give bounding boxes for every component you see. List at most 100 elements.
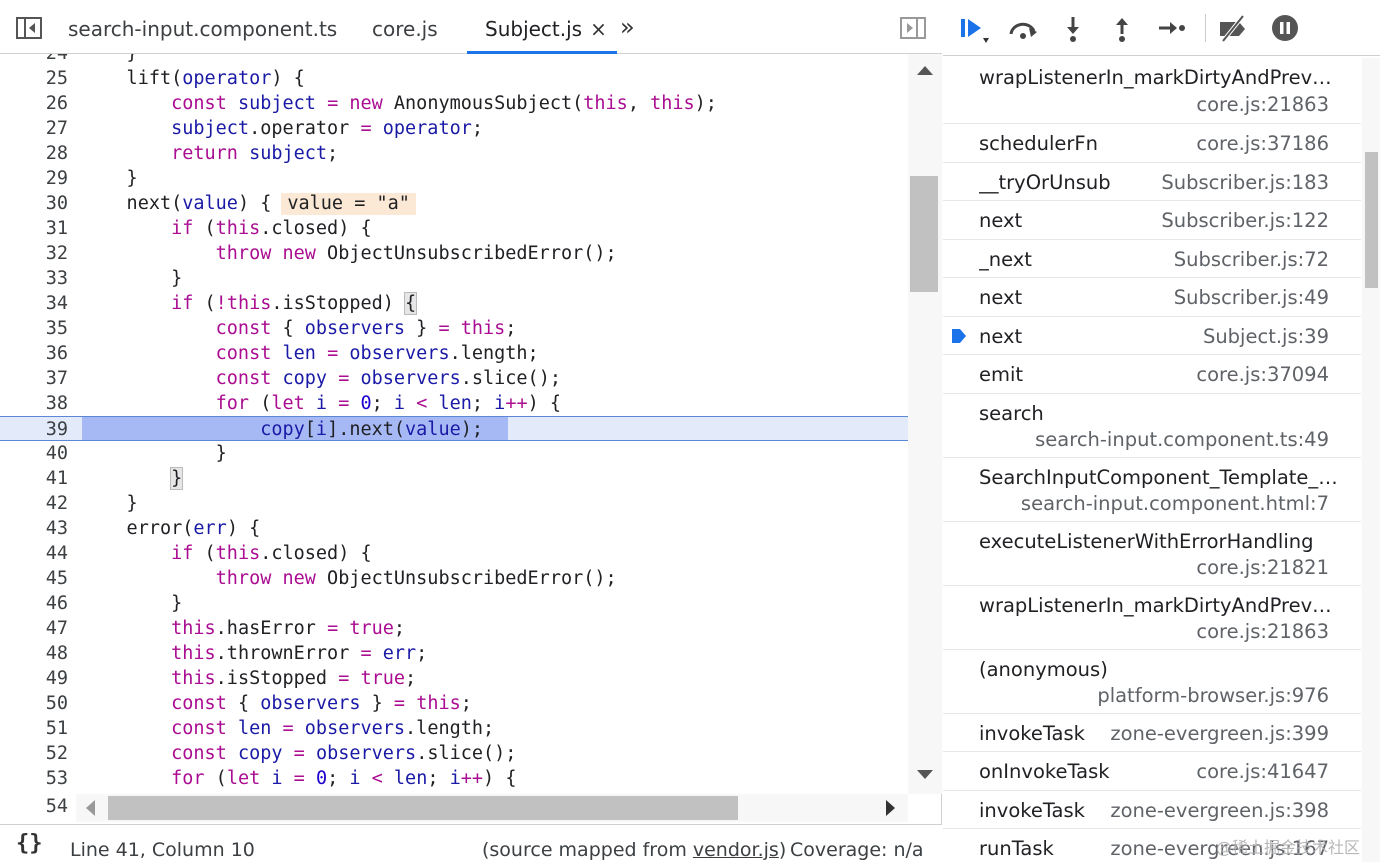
- line-number[interactable]: 27: [0, 116, 68, 141]
- line-number[interactable]: 53: [0, 766, 68, 791]
- call-frame[interactable]: invokeTask zone-evergreen.js:399: [943, 714, 1361, 752]
- scroll-left-icon[interactable]: [86, 800, 95, 816]
- line-number[interactable]: 41: [0, 466, 68, 491]
- frame-location[interactable]: Subscriber.js:183: [1161, 171, 1329, 194]
- frame-function-name: emit: [979, 363, 1024, 386]
- code-text: }: [82, 54, 138, 66]
- call-frame[interactable]: search search-input.component.ts:49: [943, 394, 1361, 458]
- tab-search-input-component[interactable]: search-input.component.ts: [68, 0, 337, 54]
- editor-horizontal-scrollbar[interactable]: [76, 794, 908, 822]
- frame-location[interactable]: core.js:37094: [1196, 363, 1329, 386]
- code-text: throw new ObjectUnsubscribedError();: [215, 243, 617, 264]
- frame-location[interactable]: core.js:41647: [1196, 760, 1329, 783]
- call-frame[interactable]: _next Subscriber.js:72: [943, 240, 1361, 278]
- line-number[interactable]: 48: [0, 641, 68, 666]
- frame-location[interactable]: core.js:21863: [1196, 620, 1329, 643]
- frame-location[interactable]: Subject.js:39: [1203, 325, 1329, 348]
- frame-location[interactable]: zone-evergreen.js:398: [1110, 799, 1329, 822]
- deactivate-breakpoints-icon[interactable]: [1217, 14, 1249, 44]
- pretty-print-icon[interactable]: {}: [16, 831, 43, 856]
- code-text: }: [170, 467, 184, 490]
- frame-location[interactable]: Subscriber.js:72: [1174, 248, 1329, 271]
- frame-location[interactable]: zone-evergreen.js:399: [1110, 722, 1329, 745]
- line-number[interactable]: 36: [0, 341, 68, 366]
- code-editor[interactable]: 24 } 25 lift(operator) {26 const subject…: [0, 54, 908, 794]
- line-number[interactable]: 35: [0, 316, 68, 341]
- scroll-up-icon[interactable]: [917, 66, 933, 75]
- step-over-icon[interactable]: [1007, 14, 1039, 44]
- scroll-thumb[interactable]: [910, 176, 938, 292]
- scroll-thumb[interactable]: [108, 796, 738, 820]
- source-map-link[interactable]: vendor.js: [693, 839, 779, 861]
- tab-core-js[interactable]: core.js: [372, 0, 438, 54]
- code-line: 47 this.hasError = true;: [0, 616, 908, 641]
- line-number[interactable]: 33: [0, 266, 68, 291]
- frame-location[interactable]: core.js:37186: [1196, 132, 1329, 155]
- line-number[interactable]: 29: [0, 166, 68, 191]
- line-number[interactable]: 52: [0, 741, 68, 766]
- line-number[interactable]: 34: [0, 291, 68, 316]
- line-number[interactable]: 46: [0, 591, 68, 616]
- frame-location[interactable]: search-input.component.html:7: [1021, 492, 1329, 515]
- line-number: 54: [45, 796, 68, 817]
- line-number[interactable]: 30: [0, 191, 68, 216]
- line-number[interactable]: 28: [0, 141, 68, 166]
- code-text: const subject = new AnonymousSubject(thi…: [171, 93, 717, 114]
- frame-function-name: __tryOrUnsub: [979, 170, 1111, 194]
- line-number[interactable]: 40: [0, 441, 68, 466]
- call-frame[interactable]: (anonymous) platform-browser.js:976: [943, 650, 1361, 714]
- line-number[interactable]: 47: [0, 616, 68, 641]
- call-frame[interactable]: invokeTask zone-evergreen.js:398: [943, 791, 1361, 829]
- line-number[interactable]: 39: [0, 417, 68, 442]
- call-frame[interactable]: wrapListenerIn_markDirtyAndPrevent… core.…: [943, 58, 1361, 124]
- call-stack-scrollbar[interactable]: [1362, 58, 1380, 862]
- line-number[interactable]: 38: [0, 391, 68, 416]
- frame-location[interactable]: core.js:21821: [1196, 556, 1329, 579]
- pause-on-exceptions-icon[interactable]: [1269, 14, 1301, 44]
- call-frame[interactable]: wrapListenerIn_markDirtyAndPrevent… core.…: [943, 586, 1361, 650]
- frame-location[interactable]: Subscriber.js:49: [1174, 286, 1329, 309]
- code-text: if (this.closed) {: [171, 218, 372, 239]
- line-number[interactable]: 50: [0, 691, 68, 716]
- call-frame[interactable]: executeListenerWithErrorHandling core.js:…: [943, 522, 1361, 586]
- frame-location[interactable]: search-input.component.ts:49: [1035, 428, 1329, 451]
- source-map-suffix: ): [778, 839, 787, 861]
- line-number[interactable]: 43: [0, 516, 68, 541]
- line-number[interactable]: 32: [0, 241, 68, 266]
- frame-location[interactable]: platform-browser.js:976: [1097, 684, 1329, 707]
- call-frame[interactable]: onInvokeTask core.js:41647: [943, 752, 1361, 791]
- call-frame[interactable]: __tryOrUnsub Subscriber.js:183: [943, 163, 1361, 201]
- more-tabs-button[interactable]: »: [620, 14, 644, 40]
- step-icon[interactable]: [1155, 14, 1187, 44]
- call-frame[interactable]: next Subscriber.js:122: [943, 201, 1361, 240]
- call-frame[interactable]: next Subject.js:39: [943, 317, 1361, 355]
- line-number[interactable]: 26: [0, 91, 68, 116]
- call-frame[interactable]: schedulerFn core.js:37186: [943, 124, 1361, 163]
- scroll-right-icon[interactable]: [886, 800, 895, 816]
- resume-icon[interactable]: [957, 14, 989, 44]
- line-number[interactable]: 25: [0, 66, 68, 91]
- line-number[interactable]: 37: [0, 366, 68, 391]
- code-line: 42 }: [0, 491, 908, 516]
- scroll-down-icon[interactable]: [917, 770, 933, 779]
- toggle-debugger-icon[interactable]: [900, 17, 926, 39]
- step-into-icon[interactable]: [1057, 14, 1089, 44]
- step-out-icon[interactable]: [1106, 14, 1138, 44]
- line-number[interactable]: 45: [0, 566, 68, 591]
- line-number[interactable]: 49: [0, 666, 68, 691]
- close-tab-icon[interactable]: ×: [590, 0, 607, 58]
- editor-status-bar: {} Line 41, Column 10 (source mapped fro…: [0, 824, 942, 862]
- frame-location[interactable]: Subscriber.js:122: [1161, 209, 1329, 232]
- toggle-navigator-icon[interactable]: [16, 17, 42, 39]
- call-frame[interactable]: SearchInputComponent_Template_in… search-…: [943, 458, 1361, 522]
- call-frame[interactable]: emit core.js:37094: [943, 355, 1361, 394]
- line-number[interactable]: 51: [0, 716, 68, 741]
- line-number[interactable]: 31: [0, 216, 68, 241]
- editor-vertical-scrollbar[interactable]: [908, 54, 942, 794]
- scroll-thumb[interactable]: [1365, 152, 1378, 288]
- line-number[interactable]: 42: [0, 491, 68, 516]
- line-number[interactable]: 44: [0, 541, 68, 566]
- call-frame[interactable]: next Subscriber.js:49: [943, 278, 1361, 317]
- tab-subject-js[interactable]: Subject.js ×: [467, 0, 617, 54]
- frame-location[interactable]: core.js:21863: [1196, 93, 1329, 116]
